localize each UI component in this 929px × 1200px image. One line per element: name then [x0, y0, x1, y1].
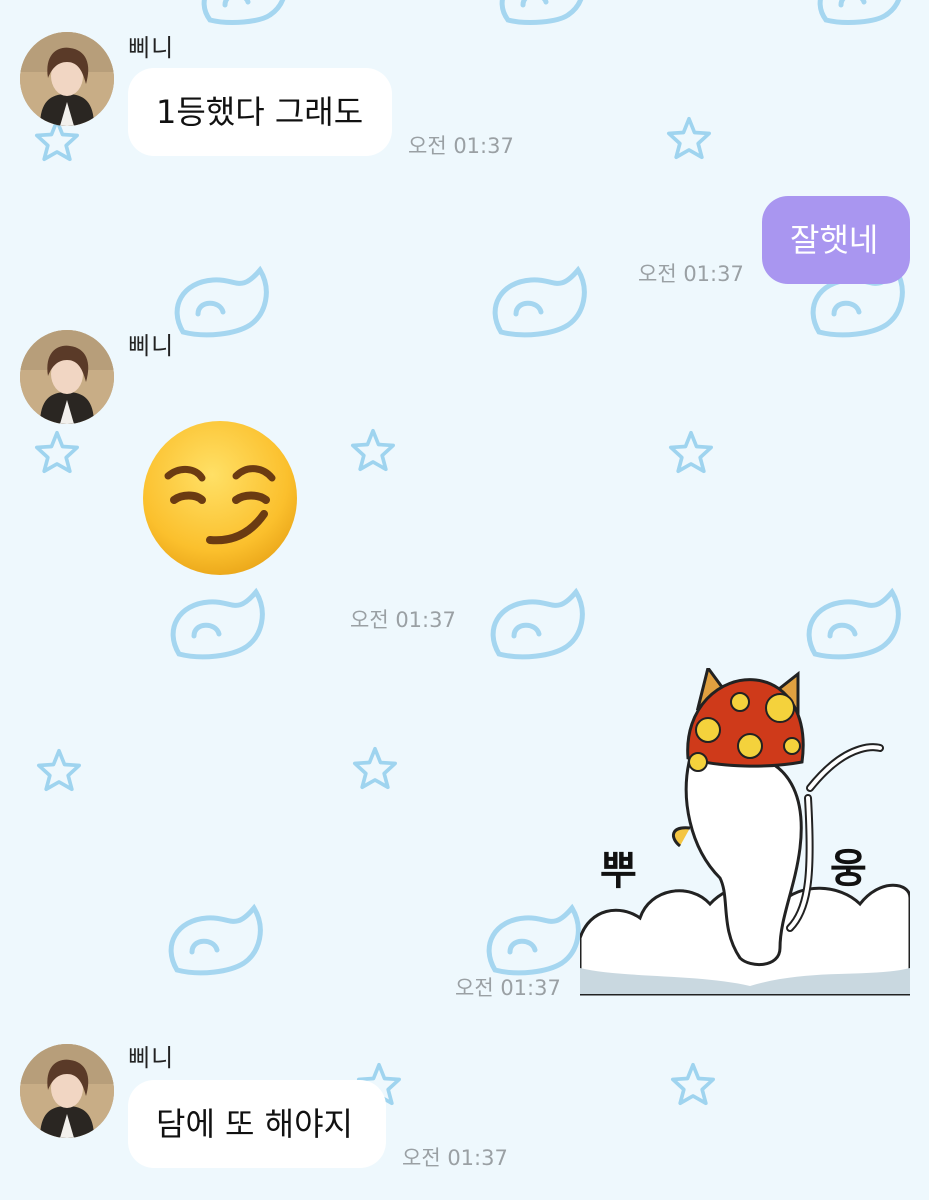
- message-text: 담에 또 해야지: [156, 1105, 353, 1143]
- message-bubble[interactable]: 잘햇네: [762, 196, 910, 284]
- wing-icon: [490, 587, 585, 660]
- message-bubble[interactable]: 담에 또 해야지: [128, 1080, 386, 1168]
- wing-icon: [174, 265, 269, 338]
- wing-icon: [486, 903, 581, 976]
- sender-name: 삐니: [128, 34, 175, 62]
- sender-name: 삐니: [128, 332, 175, 360]
- avatar[interactable]: [20, 1044, 114, 1138]
- star-icon: [671, 1062, 716, 1106]
- wing-icon: [492, 265, 587, 338]
- message-text: 잘햇네: [790, 221, 879, 259]
- cat-with-mushroom-hat-icon: [578, 664, 912, 996]
- profile-photo: [20, 1044, 114, 1138]
- avatar[interactable]: [20, 32, 114, 126]
- message-time: 오전 01:37: [402, 1146, 508, 1170]
- sticker-text-left: 뿌: [600, 848, 637, 894]
- star-icon: [353, 746, 397, 790]
- sticker-text-right: 웅: [830, 846, 867, 892]
- wing-icon: [499, 0, 584, 25]
- message-time: 오전 01:37: [350, 608, 456, 632]
- profile-photo: [20, 32, 114, 126]
- profile-photo: [20, 330, 114, 424]
- wing-icon: [201, 0, 286, 25]
- chat-wallpaper: [0, 0, 929, 1200]
- smirking-face-icon[interactable]: [140, 418, 300, 578]
- wing-icon: [806, 587, 901, 660]
- wing-icon: [168, 903, 263, 976]
- message-bubble[interactable]: 1등했다 그래도: [128, 68, 392, 156]
- star-icon: [667, 116, 712, 160]
- cat-sticker[interactable]: 뿌 웅: [578, 664, 912, 996]
- star-icon: [35, 430, 79, 474]
- star-icon: [351, 428, 395, 472]
- message-time: 오전 01:37: [408, 134, 514, 158]
- avatar[interactable]: [20, 330, 114, 424]
- star-icon: [669, 430, 714, 474]
- message-time: 오전 01:37: [638, 262, 744, 286]
- message-time: 오전 01:37: [455, 976, 561, 1000]
- message-text: 1등했다 그래도: [156, 93, 364, 131]
- sender-name: 삐니: [128, 1044, 175, 1072]
- star-icon: [37, 748, 81, 792]
- wing-icon: [170, 587, 265, 660]
- wing-icon: [817, 0, 902, 25]
